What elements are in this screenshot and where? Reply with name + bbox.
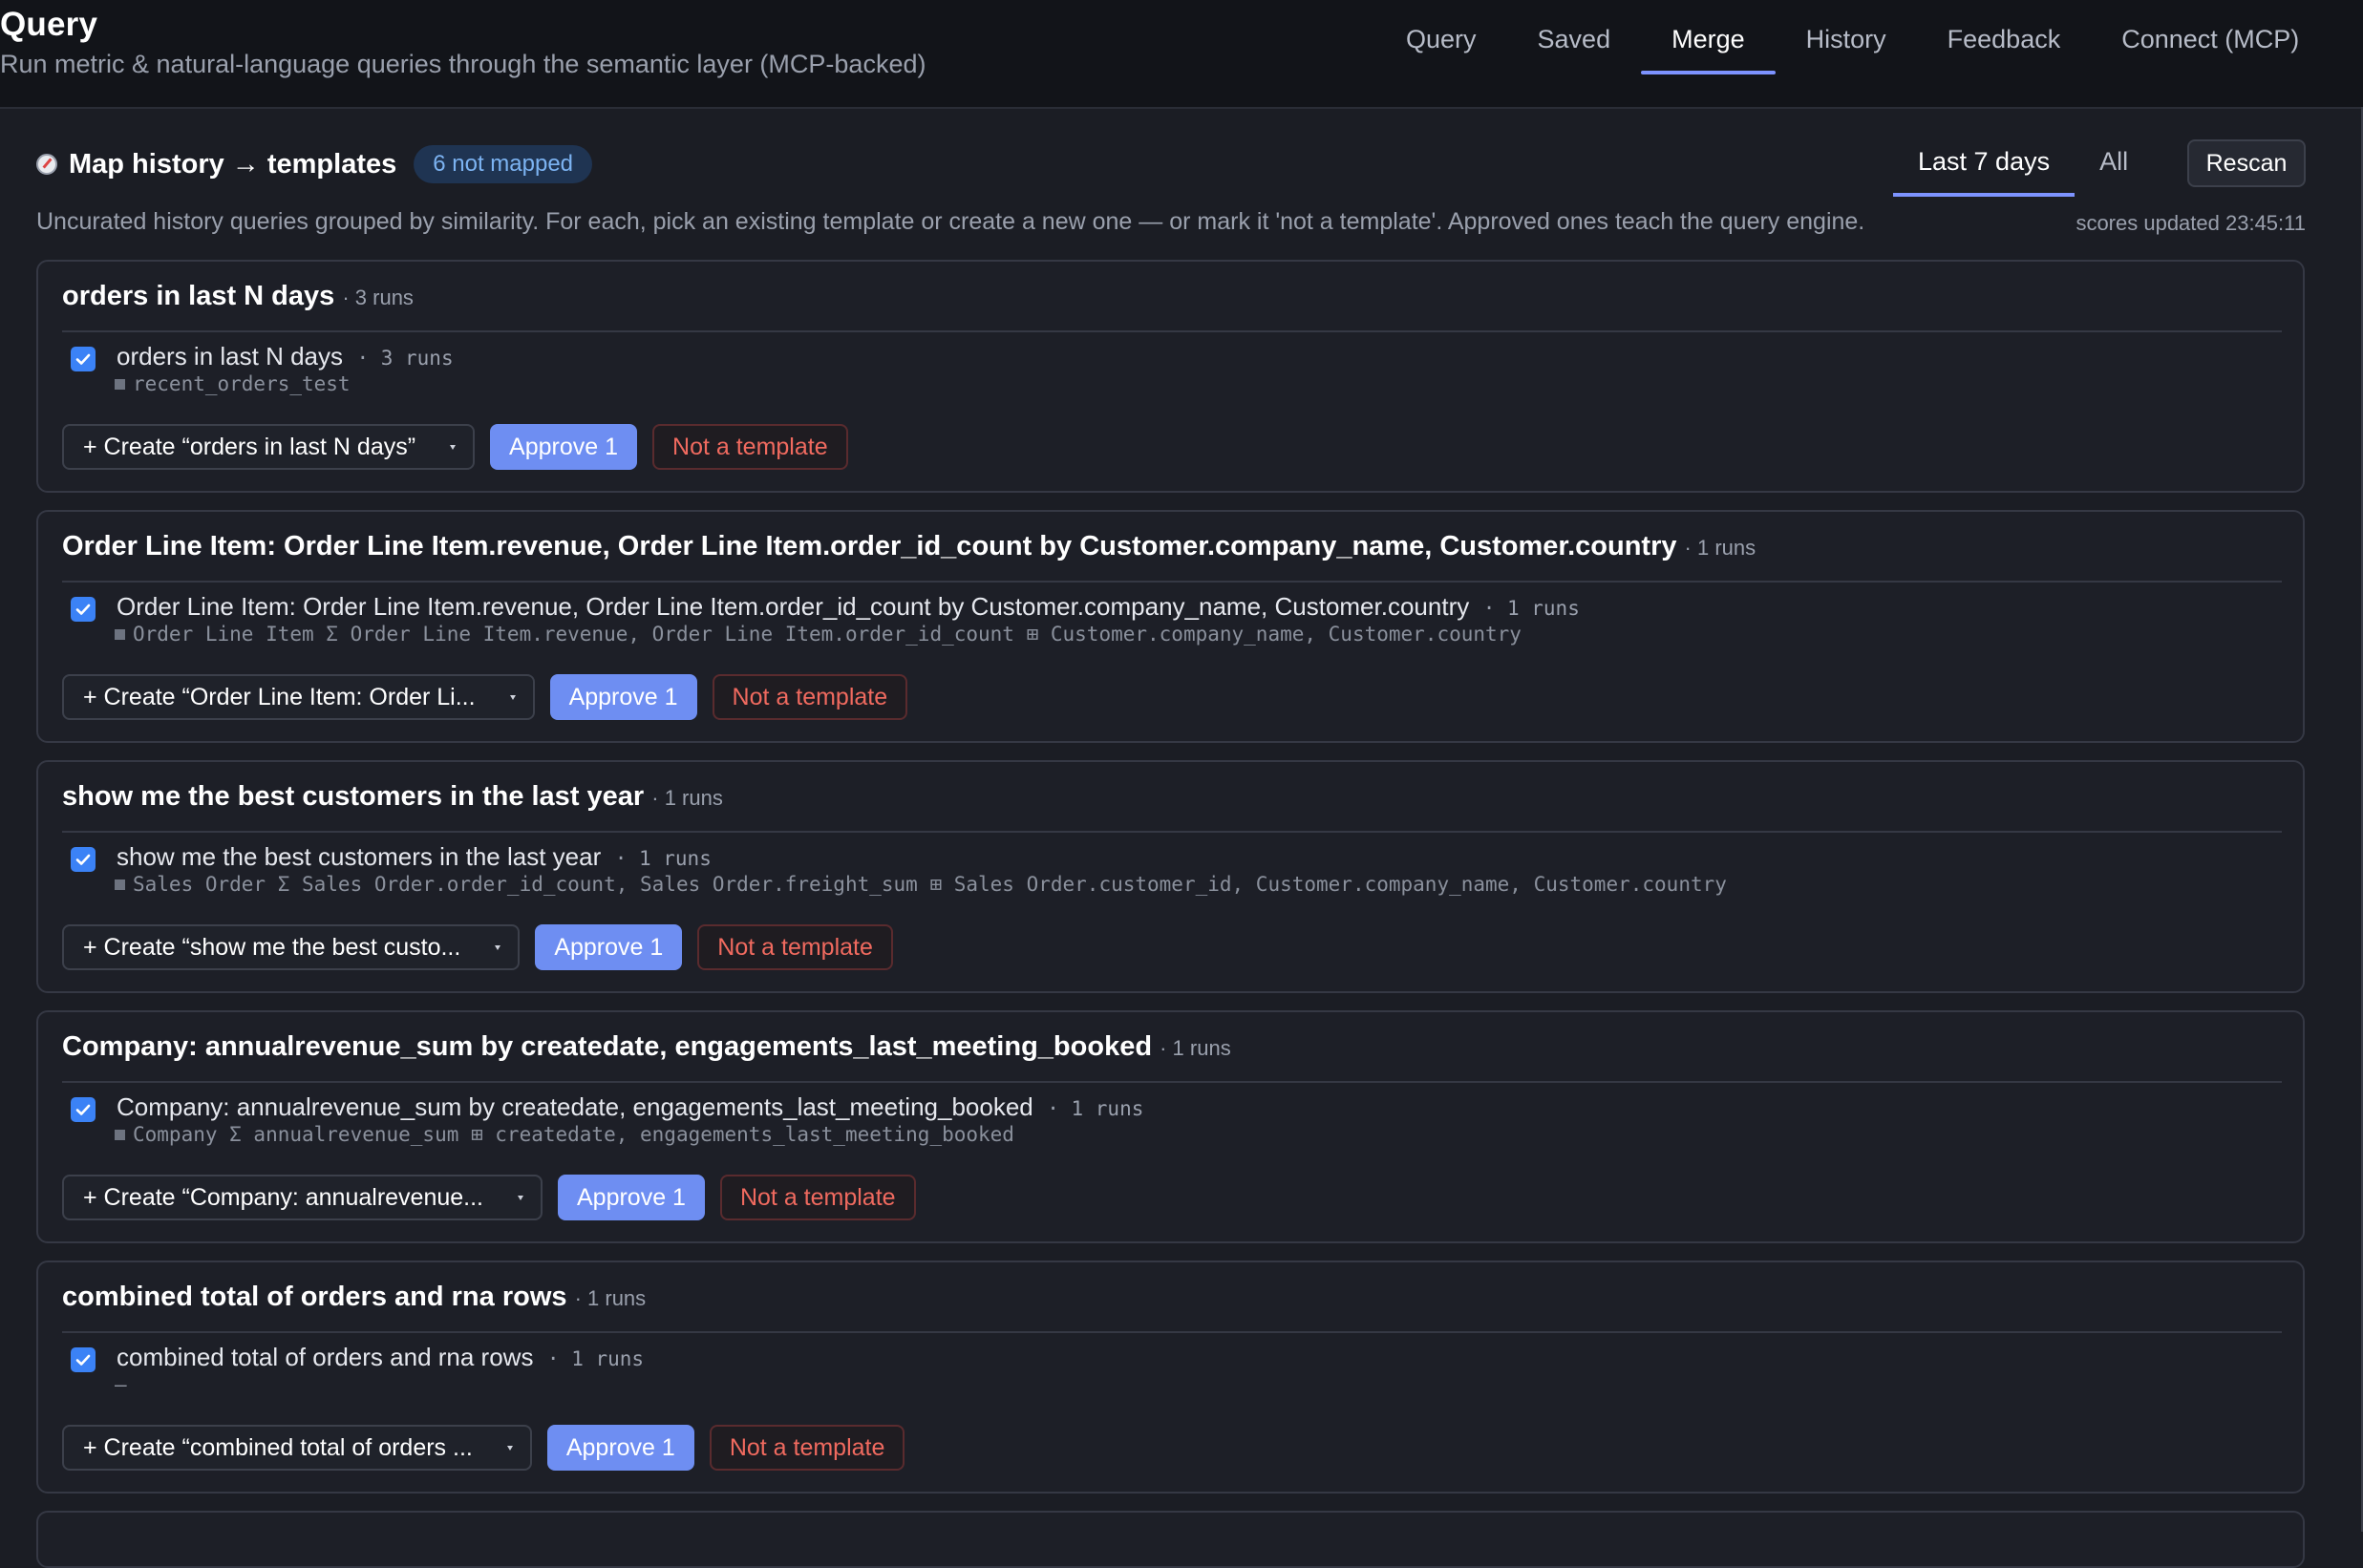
group-title: Company: annualrevenue_sum by createdate… — [62, 1031, 1231, 1062]
group-title: show me the best customers in the last y… — [62, 781, 723, 812]
item-checkbox[interactable] — [71, 597, 96, 622]
check-icon — [75, 1354, 91, 1366]
item-runs: · 1 runs — [614, 847, 712, 870]
chevron-down-icon — [450, 444, 457, 450]
tab-merge[interactable]: Merge — [1641, 0, 1776, 74]
item-metadata: Company Σ annualrevenue_sum ⊞ createdate… — [115, 1123, 1014, 1146]
group-title: orders in last N days · 3 runs — [62, 281, 414, 311]
item-runs: · 1 runs — [546, 1347, 645, 1370]
tab-saved[interactable]: Saved — [1507, 0, 1642, 74]
item-checkbox[interactable] — [71, 1347, 96, 1372]
not-mapped-badge: 6 not mapped — [414, 145, 593, 183]
group-runs: · 1 runs — [651, 786, 723, 810]
item-metadata: Order Line Item Σ Order Line Item.revenu… — [115, 623, 1522, 646]
tab-connect-mcp[interactable]: Connect (MCP) — [2091, 0, 2330, 74]
divider — [62, 831, 2282, 833]
main-nav: Query Saved Merge History Feedback Conne… — [1375, 0, 2330, 107]
compass-icon — [36, 154, 57, 175]
check-icon — [75, 1104, 91, 1115]
group-card: combined total of orders and rna rows · … — [36, 1261, 2305, 1494]
group-runs: · 1 runs — [1684, 536, 1756, 560]
create-template-select[interactable]: + Create “Company: annualrevenue... — [62, 1175, 543, 1220]
check-icon — [75, 854, 91, 865]
item-query-text: show me the best customers in the last y… — [117, 842, 712, 871]
section-title: Map history → templates — [69, 148, 397, 180]
model-icon — [115, 1130, 125, 1140]
divider — [62, 330, 2282, 332]
model-icon — [115, 379, 125, 390]
tab-feedback[interactable]: Feedback — [1917, 0, 2092, 74]
section-header: Map history → templates 6 not mapped — [36, 143, 593, 185]
chevron-down-icon — [495, 944, 501, 950]
item-query-text: orders in last N days · 3 runs — [117, 342, 454, 371]
page-title: Query — [0, 6, 98, 43]
item-metadata: — — [115, 1373, 127, 1396]
tab-history[interactable]: History — [1776, 0, 1917, 74]
group-runs: · 1 runs — [574, 1286, 647, 1310]
tab-query[interactable]: Query — [1375, 0, 1507, 74]
not-a-template-button[interactable]: Not a template — [652, 424, 848, 470]
approve-button[interactable]: Approve 1 — [558, 1175, 705, 1220]
item-runs: · 3 runs — [356, 347, 454, 370]
item-metadata: recent_orders_test — [115, 372, 351, 395]
model-icon — [115, 879, 125, 890]
check-icon — [75, 353, 91, 365]
group-actions: + Create “Company: annualrevenue... Appr… — [62, 1175, 916, 1220]
range-tab-all[interactable]: All — [2075, 134, 2153, 197]
group-actions: + Create “combined total of orders ... A… — [62, 1425, 905, 1471]
item-query-text: Company: annualrevenue_sum by createdate… — [117, 1092, 1144, 1121]
group-card: Order Line Item: Order Line Item.revenue… — [36, 510, 2305, 743]
not-a-template-button[interactable]: Not a template — [712, 674, 908, 720]
group-runs: · 1 runs — [1160, 1036, 1231, 1060]
item-checkbox[interactable] — [71, 847, 96, 872]
create-template-select[interactable]: + Create “show me the best custo... — [62, 924, 521, 970]
group-card: Company: annualrevenue_sum by createdate… — [36, 1010, 2305, 1243]
page-subtitle: Run metric & natural-language queries th… — [0, 50, 926, 78]
approve-button[interactable]: Approve 1 — [546, 1425, 694, 1471]
divider — [62, 581, 2282, 583]
not-a-template-button[interactable]: Not a template — [709, 1425, 905, 1471]
item-query-text: combined total of orders and rna rows · … — [117, 1343, 645, 1371]
chevron-down-icon — [518, 1195, 523, 1200]
item-query-text: Order Line Item: Order Line Item.revenue… — [117, 592, 1580, 621]
approve-button[interactable]: Approve 1 — [549, 674, 697, 720]
not-a-template-button[interactable]: Not a template — [719, 1175, 916, 1220]
group-card: orders in last N days · 3 runs orders in… — [36, 260, 2305, 493]
group-actions: + Create “show me the best custo... Appr… — [62, 924, 893, 970]
range-tabs: Last 7 days All — [1893, 134, 2153, 197]
group-title: combined total of orders and rna rows · … — [62, 1282, 647, 1312]
approve-button[interactable]: Approve 1 — [490, 424, 638, 470]
model-icon — [115, 629, 125, 640]
check-icon — [75, 604, 91, 615]
item-metadata: Sales Order Σ Sales Order.order_id_count… — [115, 873, 1727, 896]
item-checkbox[interactable] — [71, 1097, 96, 1122]
group-title: Order Line Item: Order Line Item.revenue… — [62, 531, 1756, 562]
item-runs: · 1 runs — [1482, 597, 1580, 620]
rescan-button[interactable]: Rescan — [2187, 139, 2306, 187]
group-actions: + Create “Order Line Item: Order Li... A… — [62, 674, 908, 720]
chevron-down-icon — [509, 694, 516, 700]
item-runs: · 1 runs — [1047, 1097, 1144, 1120]
create-template-select[interactable]: + Create “Order Line Item: Order Li... — [62, 674, 535, 720]
chevron-down-icon — [506, 1445, 513, 1451]
not-a-template-button[interactable]: Not a template — [697, 924, 893, 970]
divider — [62, 1081, 2282, 1083]
item-checkbox[interactable] — [71, 347, 96, 371]
app-header: Query Run metric & natural-language quer… — [0, 0, 2363, 109]
group-runs: · 3 runs — [342, 286, 414, 309]
approve-button[interactable]: Approve 1 — [535, 924, 683, 970]
divider — [62, 1331, 2282, 1333]
group-actions: + Create “orders in last N days” Approve… — [62, 424, 848, 470]
range-tab-last-7-days[interactable]: Last 7 days — [1893, 134, 2076, 197]
create-template-select[interactable]: + Create “orders in last N days” — [62, 424, 476, 470]
section-description: Uncurated history queries grouped by sim… — [36, 208, 1865, 235]
group-card: show me the best customers in the last y… — [36, 760, 2305, 993]
create-template-select[interactable]: + Create “combined total of orders ... — [62, 1425, 532, 1471]
scores-updated: scores updated 23:45:11 — [2076, 211, 2306, 235]
group-card — [36, 1511, 2305, 1568]
